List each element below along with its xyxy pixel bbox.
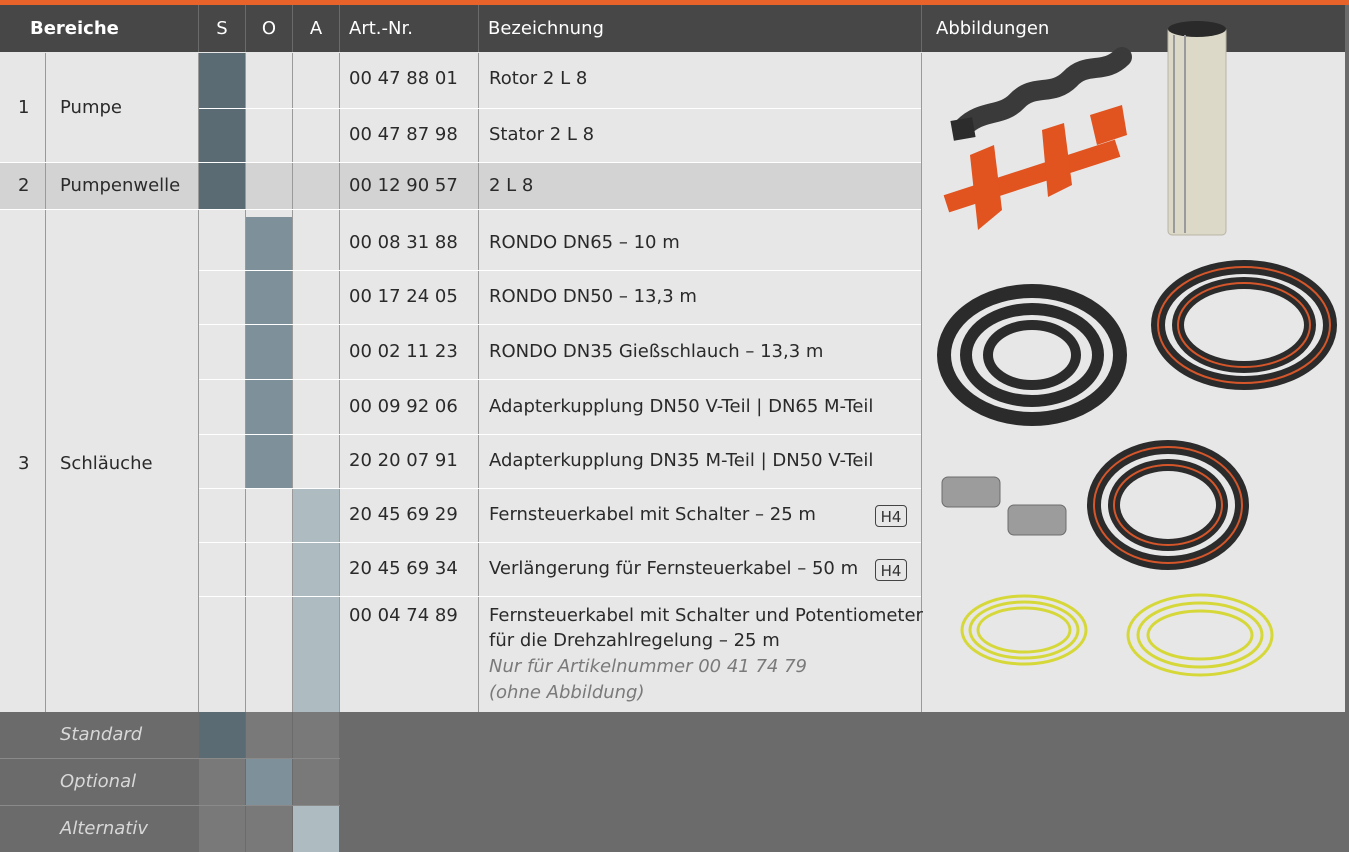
h4-badge: H4 bbox=[875, 559, 907, 581]
article-number: 20 45 69 34 bbox=[349, 558, 458, 579]
header-alternativ: A bbox=[293, 5, 339, 52]
header-divider bbox=[478, 5, 479, 52]
description: Stator 2 L 8 bbox=[489, 124, 595, 145]
legend-alternativ-label: Alternativ bbox=[60, 818, 148, 839]
alternativ-fill bbox=[293, 543, 339, 596]
description: Fernsteuerkabel mit Schalter und Potenti… bbox=[489, 605, 923, 626]
legend-divider bbox=[0, 758, 340, 759]
article-number: 00 09 92 06 bbox=[349, 396, 458, 417]
description-line-2: für die Drehzahlregelung – 25 m bbox=[489, 630, 780, 651]
article-number: 00 47 87 98 bbox=[349, 124, 458, 145]
legend-optional-label: Optional bbox=[60, 771, 137, 792]
group-name: Pumpenwelle bbox=[60, 175, 181, 196]
legend-standard-swatch bbox=[199, 712, 245, 758]
description: 2 L 8 bbox=[489, 175, 534, 196]
row-divider bbox=[0, 209, 921, 210]
article-number: 20 45 69 29 bbox=[349, 504, 458, 525]
group-name: Pumpe bbox=[60, 97, 122, 118]
article-number: 00 17 24 05 bbox=[349, 286, 458, 307]
optional-fill bbox=[246, 217, 292, 270]
row-divider bbox=[199, 542, 921, 543]
alternativ-fill bbox=[293, 597, 339, 712]
grid-line bbox=[339, 53, 340, 712]
product-images bbox=[937, 21, 1337, 677]
legend-alternativ-swatch bbox=[293, 806, 339, 852]
row-divider bbox=[199, 270, 921, 271]
pump-tube-image bbox=[1167, 21, 1227, 236]
legend-empty-cell bbox=[246, 712, 292, 758]
remote-cables-image bbox=[960, 593, 1274, 677]
article-number: 00 08 31 88 bbox=[349, 232, 458, 253]
header-art-nr: Art.-Nr. bbox=[340, 5, 478, 52]
optional-fill bbox=[246, 271, 292, 324]
article-number: 00 02 11 23 bbox=[349, 341, 458, 362]
h4-badge: H4 bbox=[875, 505, 907, 527]
article-number: 00 47 88 01 bbox=[349, 68, 458, 89]
grid-line bbox=[478, 53, 479, 712]
row-divider bbox=[199, 488, 921, 489]
grid-line bbox=[45, 53, 46, 712]
legend-optional-swatch bbox=[246, 759, 292, 805]
row-divider bbox=[199, 596, 921, 597]
article-number: 20 20 07 91 bbox=[349, 450, 458, 471]
description: Adapterkupplung DN50 V-Teil | DN65 M-Tei… bbox=[489, 396, 874, 417]
row-divider bbox=[199, 324, 921, 325]
group-number: 1 bbox=[18, 97, 30, 118]
group-number: 2 bbox=[18, 175, 30, 196]
group-name: Schläuche bbox=[60, 453, 153, 474]
header-divider bbox=[339, 5, 340, 52]
legend-empty-cell bbox=[246, 806, 292, 852]
row-divider bbox=[199, 379, 921, 380]
description: RONDO DN35 Gießschlauch – 13,3 m bbox=[489, 341, 824, 362]
description: RONDO DN65 – 10 m bbox=[489, 232, 680, 253]
header-divider bbox=[292, 5, 293, 52]
adapter-couplings-image bbox=[941, 476, 1067, 536]
header-bezeichnung: Bezeichnung bbox=[479, 5, 921, 52]
description: Fernsteuerkabel mit Schalter – 25 m bbox=[489, 504, 816, 525]
grid-line bbox=[245, 53, 246, 712]
note: Nur für Artikelnummer 00 41 74 79 bbox=[489, 656, 807, 677]
description: Rotor 2 L 8 bbox=[489, 68, 588, 89]
legend-empty-cell bbox=[199, 759, 245, 805]
row-divider bbox=[199, 434, 921, 435]
legend-empty-cell bbox=[293, 712, 339, 758]
article-number: 00 12 90 57 bbox=[349, 175, 458, 196]
group-number: 3 bbox=[18, 453, 30, 474]
alternativ-fill bbox=[293, 489, 339, 542]
optional-fill bbox=[246, 435, 292, 488]
standard-fill bbox=[199, 53, 245, 108]
legend-empty-cell bbox=[199, 806, 245, 852]
standard-fill bbox=[199, 163, 245, 209]
row-divider bbox=[0, 162, 921, 163]
grid-line bbox=[292, 53, 293, 712]
description: Adapterkupplung DN35 M-Teil | DN50 V-Tei… bbox=[489, 450, 874, 471]
header-divider bbox=[245, 5, 246, 52]
standard-fill bbox=[199, 109, 245, 162]
header-standard: S bbox=[199, 5, 245, 52]
grid-line bbox=[198, 53, 199, 712]
header-bereiche: Bereiche bbox=[0, 5, 198, 52]
description: Verlängerung für Fernsteuerkabel – 50 m bbox=[489, 558, 859, 579]
note: (ohne Abbildung) bbox=[489, 682, 645, 703]
row-divider bbox=[199, 108, 921, 109]
optional-fill bbox=[246, 325, 292, 379]
optional-fill bbox=[246, 380, 292, 434]
legend-standard-label: Standard bbox=[60, 724, 143, 745]
description: RONDO DN50 – 13,3 m bbox=[489, 286, 697, 307]
header-divider bbox=[198, 5, 199, 52]
article-number: 00 04 74 89 bbox=[349, 605, 458, 626]
legend-divider bbox=[0, 805, 340, 806]
header-optional: O bbox=[246, 5, 292, 52]
hoses-image bbox=[937, 260, 1337, 570]
legend-empty-cell bbox=[293, 759, 339, 805]
images-column bbox=[922, 5, 1345, 712]
